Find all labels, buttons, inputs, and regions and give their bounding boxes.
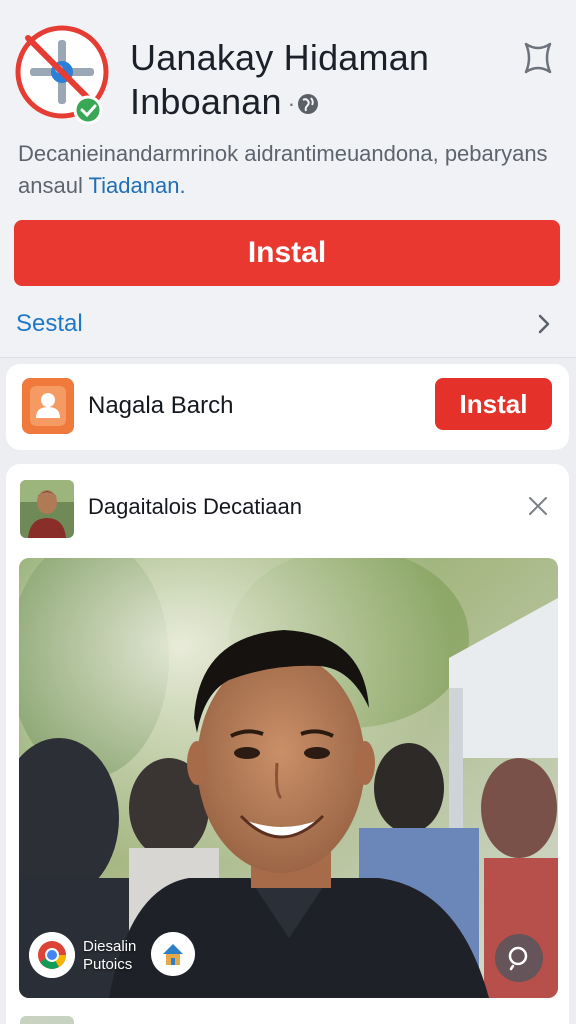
bookmark-star-icon[interactable]: [518, 38, 558, 78]
next-card-thumbnail[interactable]: [20, 1016, 74, 1024]
settings-row[interactable]: Sestal: [0, 300, 576, 348]
chevron-right-icon[interactable]: [534, 312, 554, 336]
post-source-line2: Putoics: [83, 956, 133, 973]
post-photo[interactable]: Diesalin Putoics: [19, 558, 558, 998]
portrait-photo-image: [19, 558, 558, 998]
post-source-line1: Diesalin: [83, 938, 137, 955]
suggested-app-title: Nagala Barch: [88, 392, 234, 419]
post-source-label: Diesalin Putoics: [83, 938, 136, 974]
suggested-app-icon: [22, 378, 74, 434]
search-icon[interactable]: [495, 934, 543, 982]
app-title: Uanakay Hidaman Inboanan ·: [130, 36, 520, 126]
avatar[interactable]: [20, 480, 74, 538]
verified-check-icon: [73, 95, 103, 124]
globe-icon: [298, 94, 319, 115]
suggested-install-button[interactable]: Instal: [435, 378, 552, 430]
suggested-app-card[interactable]: Nagala Barch Instal: [6, 364, 569, 450]
app-description-link[interactable]: Tiadanan.: [89, 173, 186, 198]
chrome-icon[interactable]: [29, 932, 75, 978]
install-button[interactable]: Instal: [14, 220, 560, 286]
settings-link[interactable]: Sestal: [16, 310, 83, 338]
app-title-line2: Inboanan ·: [130, 80, 520, 126]
house-icon[interactable]: [151, 932, 195, 976]
close-icon[interactable]: [526, 494, 550, 518]
app-description: Decanieinandarmrinok aidrantimeuandona, …: [18, 138, 558, 202]
title-separator: ·: [287, 91, 296, 117]
app-title-line1: Uanakay Hidaman: [130, 37, 430, 78]
app-title-line2-text: Inboanan: [130, 81, 282, 122]
blocked-app-logo-icon: [15, 25, 109, 124]
post-card: Dagaitalois Decatiaan Diesalin Putoics: [6, 464, 569, 1024]
app-header-panel: Uanakay Hidaman Inboanan · Decanieinandar…: [0, 0, 576, 358]
post-title: Dagaitalois Decatiaan: [88, 494, 303, 519]
